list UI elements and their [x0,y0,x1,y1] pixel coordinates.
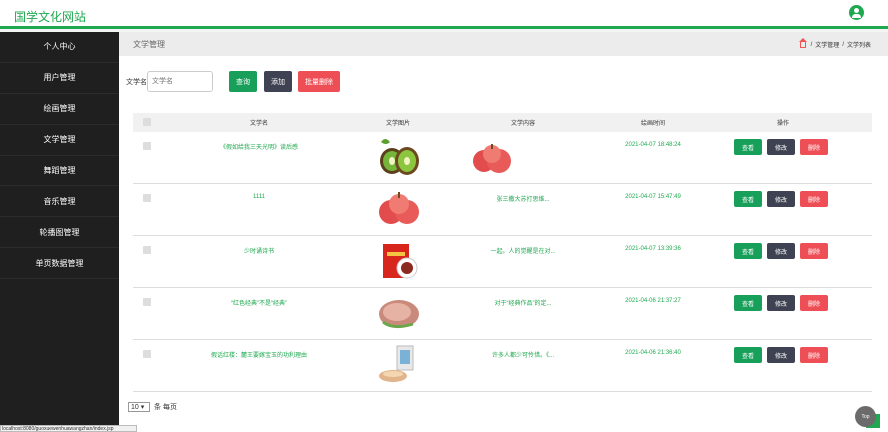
sidebar-item-carousel-management[interactable]: 轮播图管理 [0,217,119,249]
page-size-suffix: 条 每页 [154,404,177,411]
red-pack-image [383,244,418,279]
column-header: 操作 [776,121,789,127]
search-input[interactable] [147,71,213,92]
column-header: 文学图片 [385,121,410,127]
status-bar-url: localhost:8080/guoxuewenhuawangzhan/inde… [0,425,137,432]
batch-delete-button[interactable]: 批量删除 [298,71,340,92]
row-actions: 查看 修改 删除 [734,347,828,363]
sidebar-item-literature-management[interactable]: 文学管理 [0,125,119,156]
literature-table: 文学名 文学图片 文学内容 绘画时间 操作 《假如给我三天光明》读后感 2021… [133,113,872,392]
edit-button[interactable]: 修改 [767,191,795,207]
delete-button[interactable]: 删除 [800,347,828,363]
search-label: 文学名 [126,79,147,86]
user-icon[interactable] [849,5,864,20]
row-checkbox[interactable] [143,350,151,358]
delete-button[interactable]: 删除 [800,295,828,311]
literature-name[interactable]: “红色经典”不是“经典” [185,298,333,307]
top-bar: 国学文化网站 [0,0,888,29]
search-row: 文学名 查询 添加 批量删除 [126,70,456,92]
table-row: 《假如给我三天光明》读后感 2021-04-07 18:48:24 查看 修改 … [133,132,872,184]
row-actions: 查看 修改 删除 [734,243,828,259]
drawing-time: 2021-04-06 21:36:40 [625,350,681,356]
edit-button[interactable]: 修改 [767,295,795,311]
table-row: “红色经典”不是“经典” 对于“经典作品”的定... 2021-04-06 21… [133,288,872,340]
view-button[interactable]: 查看 [734,295,762,311]
breadcrumb: / 文学管理 / 文学列表 [798,37,871,49]
column-header: 绘画时间 [640,121,665,127]
row-checkbox[interactable] [143,194,151,202]
literature-content: 对于“经典作品”的定... [494,301,552,307]
row-actions: 查看 修改 删除 [734,295,828,311]
literature-content: 一起。人的觉醒是在对... [490,249,556,255]
row-checkbox[interactable] [143,142,151,150]
table-row: 1111 张三撒大苏打思维... 2021-04-07 15:47:49 查看 … [133,184,872,236]
sidebar-item-dance-management[interactable]: 舞蹈管理 [0,156,119,187]
row-actions: 查看 修改 删除 [734,191,828,207]
breadcrumb-item[interactable]: 文学管理 [815,40,839,49]
breadcrumb-item: 文学列表 [846,43,871,49]
literature-name[interactable]: 假话红楼：麓王要嫁宝玉的功利理由 [185,350,333,359]
table-row: 少时诵诗书 一起。人的觉醒是在对... 2021-04-07 13:39:36 … [133,236,872,288]
package-image [379,345,414,382]
delete-button[interactable]: 删除 [800,139,828,155]
literature-name[interactable]: 少时诵诗书 [185,246,333,255]
edit-button[interactable]: 修改 [767,243,795,259]
sidebar-item-user-management[interactable]: 用户管理 [0,63,119,94]
select-all-checkbox[interactable] [143,118,151,126]
column-header: 文学内容 [510,121,535,127]
title-bar: 文学管理 / 文学管理 / 文学列表 [119,32,888,56]
site-title: 国学文化网站 [14,10,87,24]
column-header: 文学名 [249,121,268,127]
kiwi-image [380,139,419,175]
table-header: 文学名 文学图片 文学内容 绘画时间 操作 [133,113,872,132]
drawing-time: 2021-04-07 15:47:49 [625,194,681,200]
pager: 10 ▾ 条 每页 [128,402,177,412]
home-icon[interactable] [798,37,807,48]
apples-image [473,144,511,173]
drawing-time: 2021-04-06 21:37:27 [625,298,681,304]
view-button[interactable]: 查看 [734,347,762,363]
apples-image [379,192,419,224]
row-checkbox[interactable] [143,246,151,254]
view-button[interactable]: 查看 [734,191,762,207]
literature-content: 许多人都少可怜惜。《... [491,353,554,359]
sidebar: 个人中心 用户管理 绘画管理 文学管理 舞蹈管理 音乐管理 轮播图管理 单页数据… [0,32,119,432]
add-button[interactable]: 添加 [264,71,292,92]
delete-button[interactable]: 删除 [800,243,828,259]
sidebar-item-painting-management[interactable]: 绘画管理 [0,94,119,125]
drawing-time: 2021-04-07 13:39:36 [625,246,681,252]
main-content: 文学管理 / 文学管理 / 文学列表 文学名 查询 添加 批量删除 文学名 文学… [119,32,888,432]
sidebar-item-personal-center[interactable]: 个人中心 [0,32,119,63]
view-button[interactable]: 查看 [734,243,762,259]
edit-button[interactable]: 修改 [767,139,795,155]
table-row: 假话红楼：麓王要嫁宝玉的功利理由 许多人都少可怜惜。《... 2021-04-0… [133,340,872,392]
sidebar-item-music-management[interactable]: 音乐管理 [0,186,119,218]
literature-content: 张三撒大苏打思维... [496,197,550,203]
row-checkbox[interactable] [143,298,151,306]
view-button[interactable]: 查看 [734,139,762,155]
query-button[interactable]: 查询 [229,71,257,92]
drawing-time: 2021-04-07 18:48:24 [625,142,681,148]
page-size-select[interactable]: 10 ▾ [128,402,150,412]
page-title: 文学管理 [133,40,165,49]
literature-name[interactable]: 1111 [185,194,333,200]
meat-image [379,300,419,329]
back-to-top-button[interactable]: Top [855,406,876,427]
literature-name[interactable]: 《假如给我三天光明》读后感 [185,142,333,151]
delete-button[interactable]: 删除 [800,191,828,207]
row-actions: 查看 修改 删除 [734,139,828,155]
edit-button[interactable]: 修改 [767,347,795,363]
sidebar-item-single-page-data[interactable]: 单页数据管理 [0,248,119,280]
